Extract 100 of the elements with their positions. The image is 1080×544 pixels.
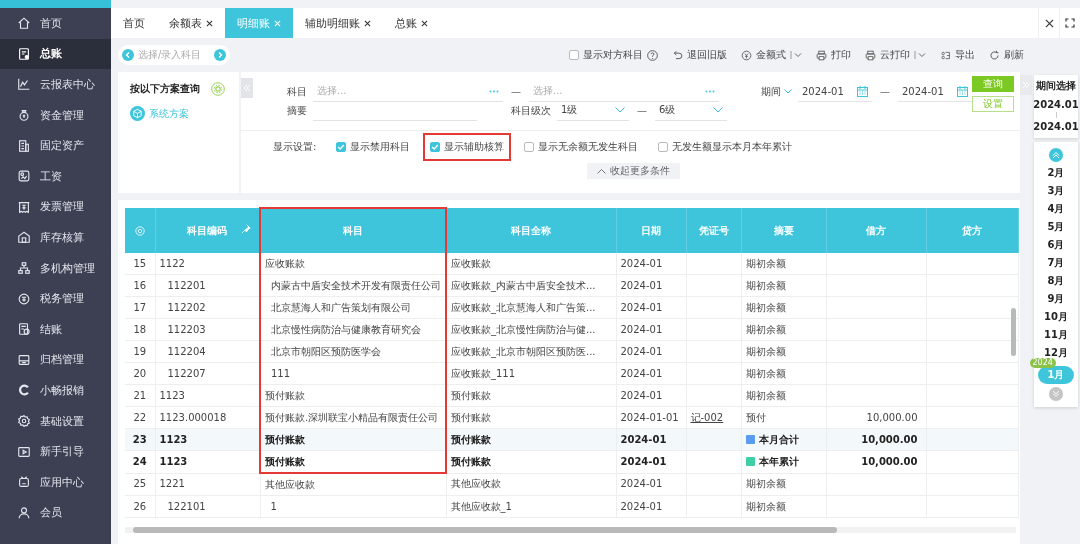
month-item[interactable]: 4月 <box>1047 200 1065 218</box>
calendar-icon[interactable] <box>857 85 868 97</box>
gear-icon <box>17 414 31 428</box>
printer-icon <box>865 49 876 61</box>
level-select[interactable]: 6级 <box>655 100 727 121</box>
month-item[interactable]: 10月 <box>1044 308 1068 326</box>
date-field[interactable]: 2024-01 <box>798 81 872 102</box>
toolbar-button[interactable]: 退回旧版 <box>672 48 727 62</box>
table-cell: 北京慧海人和广告策划有限公司 <box>260 296 446 319</box>
month-item[interactable]: 3月 <box>1047 182 1065 200</box>
close-icon[interactable] <box>364 19 371 27</box>
toolbar-button[interactable]: 导出 <box>940 48 975 62</box>
month-item[interactable]: 6月 <box>1047 236 1065 254</box>
gear-icon[interactable] <box>211 82 225 96</box>
sidebar-item[interactable]: 工资 <box>0 160 111 192</box>
period-dropdown[interactable]: 期间 <box>761 84 792 99</box>
month-item[interactable]: 8月 <box>1047 272 1065 290</box>
checkbox[interactable] <box>569 50 579 60</box>
table-cell: 2024-01 <box>616 473 686 496</box>
sidebar-item[interactable]: 云报表中心 <box>0 69 111 100</box>
tab[interactable]: 辅助明细账 <box>293 8 383 38</box>
checkbox[interactable] <box>336 142 347 152</box>
sidebar-item[interactable]: 总账 <box>0 38 111 70</box>
sidebar-item[interactable]: 结账 <box>0 313 111 345</box>
month-item[interactable]: 11月 <box>1044 326 1068 344</box>
sidebar-item[interactable]: 资金管理 <box>0 99 111 131</box>
checkbox-option[interactable]: 显示辅助核算 <box>423 133 512 161</box>
scroll-up-icon[interactable] <box>1049 148 1063 162</box>
next-icon[interactable] <box>214 49 226 61</box>
expand-button[interactable] <box>1020 75 1032 95</box>
table-cell: 预付账款 <box>446 384 616 407</box>
sidebar-item[interactable]: 应用中心 <box>0 466 111 498</box>
period-value: 2024.01 <box>1033 121 1079 132</box>
toolbar-button[interactable]: 云打印 <box>865 48 926 62</box>
horizontal-scrollbar[interactable] <box>125 527 1016 533</box>
help-icon[interactable] <box>647 49 658 61</box>
close-icon[interactable] <box>421 19 428 27</box>
month-item[interactable]: 5月 <box>1047 218 1065 236</box>
table-cell: 本年累计 <box>741 450 826 473</box>
sidebar-item[interactable]: 小畅报销 <box>0 375 111 406</box>
month-item[interactable]: 9月 <box>1047 290 1065 308</box>
fullscreen-icon[interactable] <box>1065 18 1075 28</box>
table-cell: 2024-01 <box>616 340 686 363</box>
row-number: 16 <box>125 274 155 297</box>
sidebar-item[interactable]: 固定资产 <box>0 130 111 161</box>
sidebar-item[interactable]: 税务管理 <box>0 283 111 314</box>
table-cell: 预付账款 <box>446 406 616 429</box>
toolbar-button[interactable]: 打印 <box>816 48 851 62</box>
table-cell: 预付账款 <box>260 428 446 451</box>
warehouse-icon <box>17 230 31 245</box>
close-icon[interactable] <box>206 19 213 27</box>
toolbar-button[interactable]: 刷新 <box>989 48 1024 62</box>
table-cell: 112201 <box>155 274 260 297</box>
more-icon[interactable] <box>705 89 715 93</box>
table-cell: 111 <box>260 362 446 385</box>
sidebar-item[interactable]: 新手引导 <box>0 436 111 467</box>
checkbox-option[interactable]: 显示禁用科目 <box>329 133 418 161</box>
table-cell: 北京市朝阳区预防医学会 <box>260 340 446 363</box>
checkbox[interactable] <box>658 142 669 152</box>
table-cell: 期初余额 <box>741 296 826 319</box>
checkbox[interactable] <box>430 142 441 152</box>
toolbar-button[interactable]: 金额式 <box>741 48 802 62</box>
table-cell: 应收账款_111 <box>446 362 616 385</box>
sidebar-item[interactable]: 首页 <box>0 8 111 39</box>
table-cell: 10,000.00 <box>826 450 926 473</box>
more-icon[interactable] <box>489 89 499 93</box>
ledger-icon <box>17 46 31 61</box>
table-cell: 1123.000018 <box>155 406 260 429</box>
tab[interactable]: 总账 <box>383 8 440 38</box>
tab[interactable]: 余额表 <box>157 8 225 38</box>
sidebar-item[interactable]: 归档管理 <box>0 344 111 376</box>
checkbox-option[interactable]: 无发生额显示本月本年累计 <box>651 133 800 161</box>
table-cell: 期初余额 <box>741 384 826 407</box>
range-dash: — <box>880 86 890 97</box>
sidebar-item[interactable]: 基础设置 <box>0 405 111 437</box>
level-select[interactable]: 1级 <box>557 100 629 121</box>
month-item[interactable]: 7月 <box>1047 254 1065 272</box>
pin-icon[interactable] <box>241 224 251 234</box>
table-cell: 其他应收款 <box>260 473 446 496</box>
scroll-down-icon[interactable] <box>1049 387 1063 401</box>
money-bag-icon <box>17 108 31 123</box>
checkbox-option[interactable]: 显示无余额无发生科目 <box>517 133 646 161</box>
close-icon[interactable] <box>1044 18 1054 28</box>
calendar-icon[interactable] <box>957 85 968 97</box>
sidebar-item[interactable]: 会员 <box>0 497 111 529</box>
sidebar-item[interactable]: 多机构管理 <box>0 252 111 284</box>
tab[interactable]: 首页 <box>111 8 157 38</box>
collapse-button[interactable] <box>241 78 253 98</box>
month-item[interactable]: 2月 <box>1047 164 1065 182</box>
sidebar-item[interactable]: 库存核算 <box>0 222 111 253</box>
previous-icon[interactable] <box>122 49 134 61</box>
sidebar-item[interactable]: 发票管理 <box>0 191 111 223</box>
vertical-scrollbar[interactable] <box>1011 308 1016 356</box>
checkbox[interactable] <box>524 142 535 152</box>
table-cell: 1122 <box>155 253 260 275</box>
collapse-filters-button[interactable]: 收起更多条件 <box>587 163 680 179</box>
row-number: 18 <box>125 318 155 341</box>
voucher-link[interactable]: 记-002 <box>686 406 741 429</box>
chevron-down-icon <box>784 89 792 94</box>
checkbox-label[interactable]: 显示对方科目 <box>583 48 643 62</box>
